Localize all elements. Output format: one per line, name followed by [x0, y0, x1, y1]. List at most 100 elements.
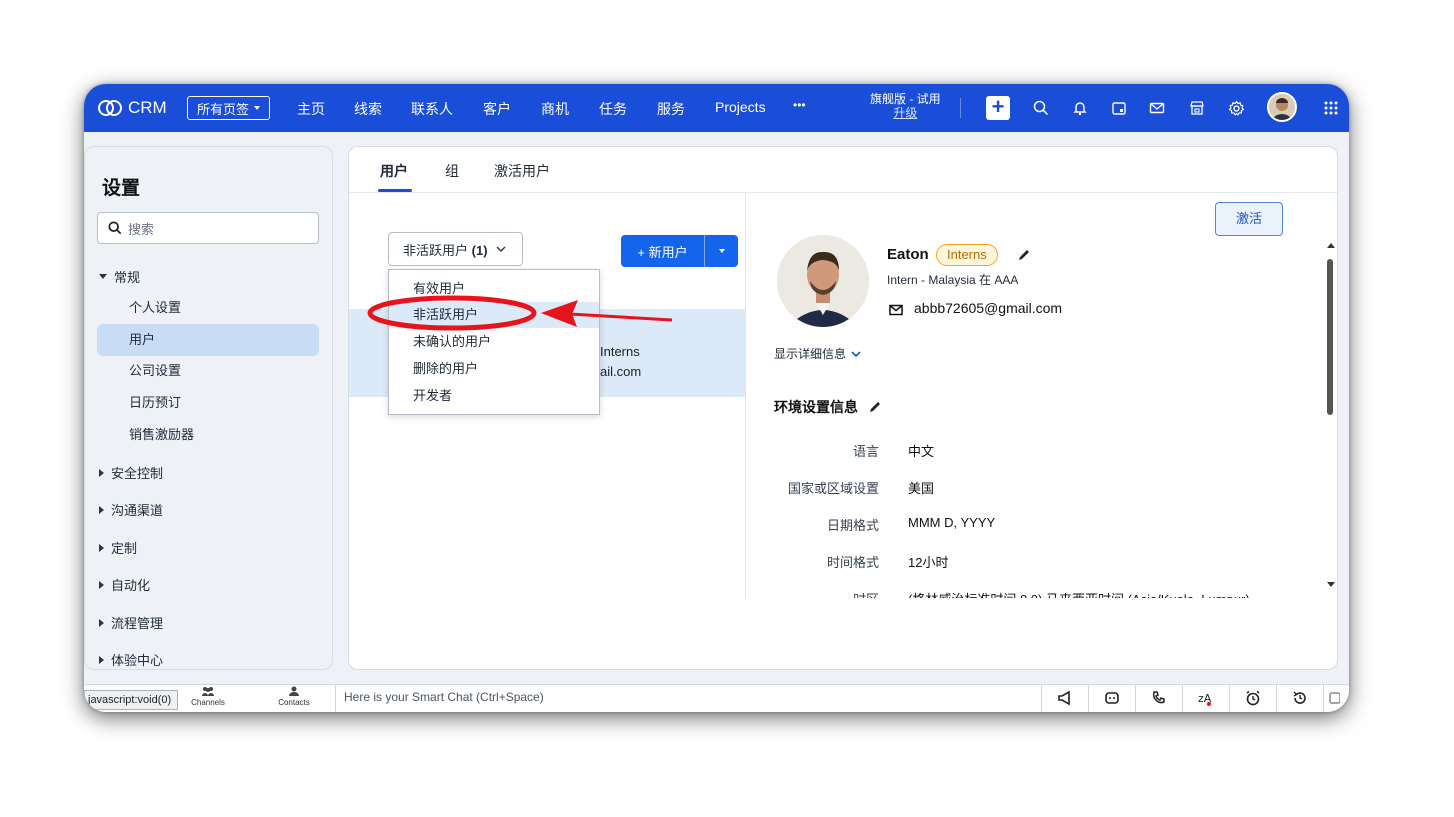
- sidebar-item-calendar-booking[interactable]: 日历预订: [97, 387, 319, 419]
- crm-logo-icon: [98, 100, 122, 116]
- crm-window: CRM 所有页签 主页 线索 联系人 客户 商机 任务 服务 Projects …: [84, 84, 1349, 712]
- nav-divider: [960, 98, 961, 118]
- mail-icon[interactable]: [1146, 97, 1168, 119]
- menu-item-active-users[interactable]: 有效用户: [389, 276, 599, 302]
- channels-button[interactable]: Channels: [188, 686, 228, 707]
- field-label-country: 国家或区域设置: [787, 481, 879, 496]
- menu-item-unconfirmed-users[interactable]: 未确认的用户: [389, 329, 599, 355]
- quick-create-button[interactable]: +: [986, 96, 1010, 120]
- calendar-icon[interactable]: [1108, 97, 1130, 119]
- person-icon: [289, 686, 299, 696]
- edit-icon[interactable]: [1017, 248, 1031, 267]
- sidebar-item-users[interactable]: 用户: [97, 324, 319, 356]
- user-name: Eaton: [887, 246, 929, 263]
- user-role: Intern - Malaysia 在 AAA: [887, 273, 1019, 287]
- sidebar-section-customization[interactable]: 定制: [99, 538, 137, 557]
- row-profile-text: Interns: [600, 344, 640, 359]
- tab-activate-users[interactable]: 激活用户: [494, 161, 550, 181]
- user-filter-dropdown[interactable]: 非活跃用户 (1): [388, 232, 523, 266]
- sidebar-item-sales-motivator[interactable]: 销售激励器: [97, 419, 319, 451]
- sidebar-section-experience[interactable]: 体验中心: [99, 650, 163, 669]
- nav-leads[interactable]: 线索: [354, 99, 382, 119]
- sidebar-section-process[interactable]: 流程管理: [99, 613, 163, 632]
- timezone-clip: 时区 (格林威治标准时间 8.0) 马来西亚时间 (Asia/Kuala_Lum…: [745, 585, 1325, 598]
- activate-button[interactable]: 激活: [1215, 202, 1283, 236]
- new-user-button[interactable]: + 新用户: [621, 235, 738, 267]
- section-label: 自动化: [111, 578, 151, 593]
- sidebar-search-input[interactable]: 搜索: [97, 212, 319, 244]
- plan-label: 旗舰版 - 试用: [870, 92, 941, 106]
- sidebar-section-general[interactable]: 常规: [99, 267, 140, 286]
- sidebar-section-security[interactable]: 安全控制: [99, 463, 163, 482]
- row-email-text: ail.com: [600, 364, 642, 379]
- nav-services[interactable]: 服务: [657, 99, 685, 119]
- apps-grid-icon[interactable]: [1320, 97, 1342, 119]
- new-user-label: + 新用户: [637, 244, 688, 260]
- history-icon[interactable]: [1276, 684, 1323, 712]
- contacts-button[interactable]: Contacts: [274, 686, 314, 707]
- menu-item-developers[interactable]: 开发者: [389, 383, 599, 409]
- tab-users[interactable]: 用户: [380, 161, 408, 181]
- app-name: CRM: [128, 98, 167, 117]
- chat-bot-icon[interactable]: [1088, 684, 1135, 712]
- new-user-menu-toggle[interactable]: [705, 249, 738, 253]
- contacts-label: Contacts: [278, 698, 310, 707]
- more-tools-icon[interactable]: [1323, 684, 1349, 712]
- menu-item-inactive-users[interactable]: 非活跃用户: [389, 302, 599, 328]
- tab-groups[interactable]: 组: [445, 161, 459, 181]
- field-label-date-format: 日期格式: [826, 518, 879, 533]
- caret-right-icon: [99, 505, 104, 514]
- mail-icon: [889, 303, 903, 321]
- scroll-down-arrow[interactable]: [1327, 582, 1335, 587]
- scrollbar-thumb[interactable]: [1327, 259, 1333, 415]
- status-link: javascript:void(0): [84, 690, 178, 710]
- all-pages-dropdown[interactable]: 所有页签: [187, 96, 270, 120]
- scroll-up-arrow[interactable]: [1327, 243, 1335, 248]
- store-icon[interactable]: [1186, 97, 1208, 119]
- bell-icon[interactable]: [1069, 97, 1091, 119]
- field-value-timezone: (格林威治标准时间 8.0) 马来西亚时间 (Asia/Kuala_Lumpur…: [908, 589, 1250, 598]
- user-photo: [777, 235, 869, 327]
- gear-icon[interactable]: [1225, 97, 1247, 119]
- field-value-date-format: MMM D, YYYY: [908, 515, 996, 530]
- translate-icon[interactable]: zA: [1182, 684, 1229, 712]
- caret-right-icon: [99, 580, 104, 589]
- sidebar-section-automation[interactable]: 自动化: [99, 575, 150, 594]
- user-email: abbb72605@gmail.com: [914, 300, 1063, 316]
- avatar[interactable]: [1267, 92, 1297, 122]
- nav-deals[interactable]: 商机: [541, 99, 569, 119]
- nav-projects[interactable]: Projects: [715, 99, 766, 115]
- smart-chat-input[interactable]: Here is your Smart Chat (Ctrl+Space): [335, 684, 1041, 712]
- sidebar-item-company-settings[interactable]: 公司设置: [97, 355, 319, 387]
- alarm-icon[interactable]: [1229, 684, 1276, 712]
- crm-logo[interactable]: CRM: [98, 96, 167, 120]
- show-details-link[interactable]: 显示详细信息: [774, 345, 861, 362]
- chevron-down-icon: [496, 246, 506, 252]
- field-label-time-format: 时间格式: [826, 555, 879, 570]
- nav-home[interactable]: 主页: [297, 99, 325, 119]
- nav-contacts[interactable]: 联系人: [411, 99, 453, 119]
- edit-icon[interactable]: [868, 400, 882, 414]
- sidebar-section-channels[interactable]: 沟通渠道: [99, 500, 163, 519]
- sidebar-item-personal-settings[interactable]: 个人设置: [97, 292, 319, 324]
- phone-icon[interactable]: [1135, 684, 1182, 712]
- upgrade-link[interactable]: 升级: [870, 106, 941, 120]
- all-pages-label: 所有页签: [196, 101, 249, 117]
- people-icon: [202, 687, 214, 696]
- megaphone-icon[interactable]: [1041, 684, 1088, 712]
- channels-label: Channels: [191, 698, 225, 707]
- search-icon: [108, 221, 122, 235]
- section-label: 沟通渠道: [111, 503, 164, 518]
- field-value-language: 中文: [908, 444, 935, 459]
- locale-section-title: 环境设置信息: [774, 399, 858, 415]
- caret-down-icon: [99, 274, 107, 279]
- caret-right-icon: [99, 655, 104, 664]
- nav-more[interactable]: •••: [793, 98, 806, 112]
- show-details-label: 显示详细信息: [774, 347, 847, 361]
- search-icon[interactable]: [1030, 97, 1052, 119]
- settings-sidebar: 设置 搜索 常规 个人设置 用户 公司设置 日历预订 销售激励器 安全控制 沟通…: [84, 146, 333, 670]
- nav-accounts[interactable]: 客户: [483, 99, 511, 119]
- nav-tasks[interactable]: 任务: [599, 99, 627, 119]
- locale-section-header: 环境设置信息: [774, 397, 882, 417]
- menu-item-deleted-users[interactable]: 删除的用户: [389, 356, 599, 382]
